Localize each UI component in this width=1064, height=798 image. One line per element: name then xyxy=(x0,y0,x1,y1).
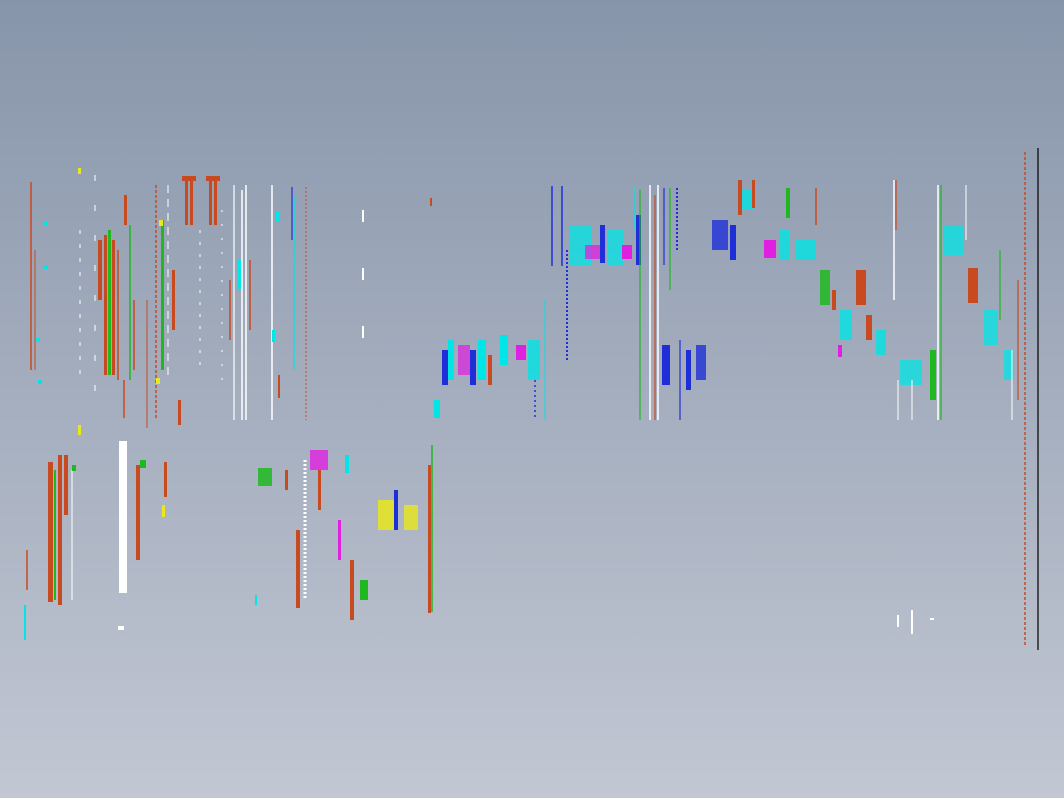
white-mark xyxy=(362,268,364,280)
red-block xyxy=(48,462,53,602)
yellow-block xyxy=(378,500,394,530)
red-block xyxy=(64,455,68,515)
cyan-block xyxy=(528,340,540,380)
magenta-block xyxy=(458,345,470,375)
red-block xyxy=(832,290,836,310)
red-block xyxy=(488,355,492,385)
cyan-block xyxy=(478,340,486,380)
cyan-mark xyxy=(44,265,48,269)
cyan-mark xyxy=(44,222,48,226)
red-mark xyxy=(430,198,432,206)
blue-block xyxy=(470,350,476,385)
green-mark xyxy=(72,465,76,471)
cad-viewport[interactable] xyxy=(0,0,1064,798)
red-block xyxy=(178,400,181,425)
cyan-block xyxy=(840,310,852,340)
red-block xyxy=(164,462,167,497)
red-block xyxy=(172,270,175,330)
cyan-mark xyxy=(434,400,440,418)
cyan-mark xyxy=(38,380,42,384)
red-block xyxy=(124,195,127,225)
magenta-block xyxy=(838,345,842,357)
cyan-mark xyxy=(255,595,257,605)
cyan-block xyxy=(608,230,623,265)
red-block xyxy=(285,470,288,490)
red-block xyxy=(58,455,62,605)
blue-block xyxy=(394,490,398,530)
white-mark xyxy=(118,626,124,630)
green-block xyxy=(258,468,272,486)
cyan-block xyxy=(876,330,886,355)
red-block xyxy=(856,270,866,305)
blue-block xyxy=(712,220,728,250)
magenta-block xyxy=(338,520,341,560)
green-block xyxy=(360,580,368,600)
cad-drawing xyxy=(0,0,1064,798)
red-block xyxy=(428,465,431,613)
yellow-mark xyxy=(156,378,160,384)
cyan-mark xyxy=(24,605,26,640)
red-block xyxy=(318,470,321,510)
red-block xyxy=(350,560,354,620)
red-block xyxy=(752,180,755,208)
blue-block xyxy=(730,225,736,260)
green-block xyxy=(161,220,164,370)
white-mark xyxy=(911,610,913,634)
red-block xyxy=(104,235,107,375)
red-block xyxy=(866,315,872,340)
green-block xyxy=(786,188,790,218)
red-block xyxy=(112,240,115,375)
cyan-block xyxy=(796,240,816,260)
cyan-mark xyxy=(272,330,275,342)
yellow-mark xyxy=(162,505,165,517)
white-mark xyxy=(362,326,364,338)
cyan-block xyxy=(448,340,454,380)
green-block xyxy=(820,270,830,305)
yellow-mark xyxy=(159,220,163,226)
yellow-block xyxy=(404,505,418,530)
magenta-block xyxy=(516,345,526,360)
green-block xyxy=(54,470,56,600)
yellow-mark xyxy=(78,425,81,435)
yellow-mark xyxy=(78,168,81,174)
cyan-block xyxy=(944,225,964,255)
cyan-mark xyxy=(36,338,40,342)
magenta-block xyxy=(622,245,632,259)
blue-block xyxy=(696,345,706,380)
cyan-block xyxy=(900,360,922,385)
green-block xyxy=(108,230,111,375)
white-mark xyxy=(930,618,934,620)
white-mark xyxy=(362,210,364,222)
cyan-block xyxy=(780,230,790,260)
red-block xyxy=(136,465,140,560)
magenta-block xyxy=(764,240,776,258)
cyan-mark xyxy=(345,455,349,473)
cyan-mark xyxy=(276,212,280,222)
red-block xyxy=(738,180,742,215)
green-block xyxy=(930,350,936,400)
blue-block xyxy=(686,350,691,390)
magenta-block xyxy=(310,450,328,470)
red-block xyxy=(968,268,978,303)
cyan-block xyxy=(500,335,508,365)
blue-block xyxy=(662,345,670,385)
red-block xyxy=(98,240,102,300)
blue-block xyxy=(600,225,605,263)
viewport-background xyxy=(0,0,1064,798)
white-mark xyxy=(897,615,899,627)
green-mark xyxy=(140,460,146,468)
white-column xyxy=(119,441,127,593)
cyan-mark xyxy=(238,260,241,290)
red-block xyxy=(296,530,300,608)
blue-block xyxy=(442,350,448,385)
cyan-block xyxy=(984,310,998,345)
